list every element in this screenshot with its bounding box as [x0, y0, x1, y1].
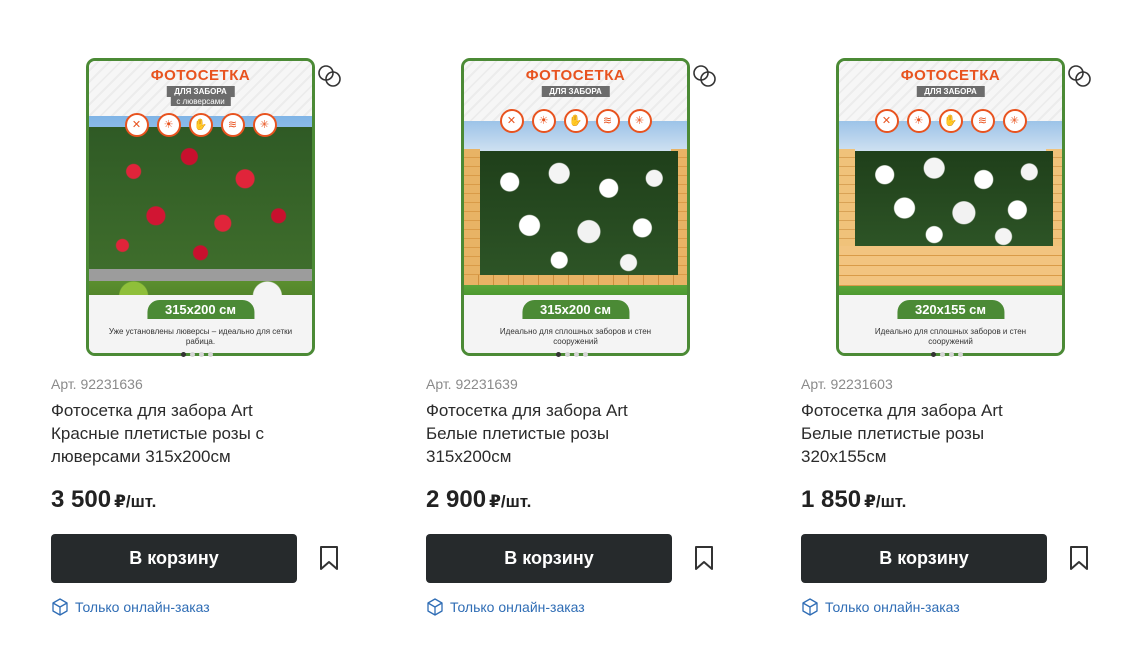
online-only-notice: Только онлайн-заказ: [801, 598, 960, 616]
price-value: 2 900: [426, 486, 487, 513]
carousel-dot[interactable]: [565, 352, 570, 357]
sun-icon: ☀: [531, 109, 556, 133]
wind-icon: ≋: [220, 113, 245, 137]
carousel-dot[interactable]: [958, 352, 963, 357]
bookmark-icon[interactable]: [692, 545, 716, 571]
image-headline: ФОТОСЕТКА: [525, 67, 626, 84]
product-title[interactable]: Фотосетка для забора Art Белые плетистые…: [426, 399, 676, 468]
bookmark-icon[interactable]: [317, 545, 341, 571]
product-price: 2 900 ₽/шт.: [426, 486, 531, 514]
no-dust-icon: ✳: [252, 113, 277, 137]
add-to-cart-button[interactable]: В корзину: [51, 534, 297, 583]
box-icon: [427, 598, 443, 616]
price-unit: ₽/шт.: [489, 492, 532, 511]
bookmark-icon[interactable]: [1067, 545, 1091, 571]
product-sku: Арт. 92231639: [426, 376, 518, 392]
availability-text: Только онлайн-заказ: [450, 599, 585, 615]
wind-icon: ≋: [970, 109, 995, 133]
product-image[interactable]: ФОТОСЕТКА ДЛЯ ЗАБОРА с люверсами ✕ ☀ ✋ ≋…: [86, 58, 315, 356]
carousel-dot[interactable]: [181, 352, 186, 357]
image-subline: ДЛЯ ЗАБОРА: [916, 86, 985, 97]
photo-white-roses: [855, 151, 1053, 246]
product-image[interactable]: ФОТОСЕТКА ДЛЯ ЗАБОРА ✕ ☀ ✋ ≋ ✳ 315х200 с…: [461, 58, 690, 356]
carousel-dot[interactable]: [190, 352, 195, 357]
image-note: Идеально для сплошных заборов и стен соо…: [499, 327, 652, 346]
price-unit: ₽/шт.: [864, 492, 907, 511]
add-to-cart-button[interactable]: В корзину: [426, 534, 672, 583]
size-badge: 315х200 см: [146, 300, 255, 319]
hand-icon: ✋: [188, 113, 213, 137]
product-price: 1 850 ₽/шт.: [801, 486, 906, 514]
availability-text: Только онлайн-заказ: [75, 599, 210, 615]
wind-icon: ≋: [595, 109, 620, 133]
image-note: Идеально для сплошных заборов и стен соо…: [874, 327, 1027, 346]
carousel-dot[interactable]: [949, 352, 954, 357]
image-subline2: с люверсами: [170, 97, 231, 106]
feature-icons: ✕ ☀ ✋ ≋ ✳: [839, 109, 1062, 133]
product-title[interactable]: Фотосетка для забора Art Красные плетист…: [51, 399, 301, 468]
image-note: Уже установлены люверсы – идеально для с…: [108, 327, 293, 346]
price-value: 3 500: [51, 486, 112, 513]
feature-icons: ✕ ☀ ✋ ≋ ✳: [464, 109, 687, 133]
no-insects-icon: ✕: [499, 109, 524, 133]
photo-red-roses: [89, 127, 312, 275]
carousel-dot[interactable]: [208, 352, 213, 357]
box-icon: [802, 598, 818, 616]
availability-text: Только онлайн-заказ: [825, 599, 960, 615]
price-value: 1 850: [801, 486, 862, 513]
image-subline: ДЛЯ ЗАБОРА: [166, 86, 235, 97]
sun-icon: ☀: [156, 113, 181, 137]
no-dust-icon: ✳: [627, 109, 652, 133]
no-insects-icon: ✕: [874, 109, 899, 133]
carousel-dot[interactable]: [199, 352, 204, 357]
photo-white-roses: [480, 151, 678, 275]
carousel-dot[interactable]: [556, 352, 561, 357]
product-sku: Арт. 92231603: [801, 376, 893, 392]
carousel-dots[interactable]: [931, 352, 963, 357]
product-price: 3 500 ₽/шт.: [51, 486, 156, 514]
compare-icon[interactable]: [692, 64, 718, 88]
hand-icon: ✋: [938, 109, 963, 133]
product-title[interactable]: Фотосетка для забора Art Белые плетистые…: [801, 399, 1051, 468]
carousel-dot[interactable]: [574, 352, 579, 357]
image-subline: ДЛЯ ЗАБОРА: [541, 86, 610, 97]
no-insects-icon: ✕: [124, 113, 149, 137]
image-headline: ФОТОСЕТКА: [150, 67, 251, 84]
carousel-dot[interactable]: [940, 352, 945, 357]
compare-icon[interactable]: [317, 64, 343, 88]
price-unit: ₽/шт.: [114, 492, 157, 511]
carousel-dots[interactable]: [181, 352, 213, 357]
image-headline: ФОТОСЕТКА: [900, 67, 1001, 84]
online-only-notice: Только онлайн-заказ: [51, 598, 210, 616]
carousel-dots[interactable]: [556, 352, 588, 357]
hand-icon: ✋: [563, 109, 588, 133]
size-badge: 320х155 см: [896, 300, 1005, 319]
product-image[interactable]: ФОТОСЕТКА ДЛЯ ЗАБОРА ✕ ☀ ✋ ≋ ✳ 320х155 с…: [836, 58, 1065, 356]
product-sku: Арт. 92231636: [51, 376, 143, 392]
feature-icons: ✕ ☀ ✋ ≋ ✳: [89, 113, 312, 137]
online-only-notice: Только онлайн-заказ: [426, 598, 585, 616]
size-badge: 315х200 см: [521, 300, 630, 319]
no-dust-icon: ✳: [1002, 109, 1027, 133]
sun-icon: ☀: [906, 109, 931, 133]
product-grid: ФОТОСЕТКА ДЛЯ ЗАБОРА с люверсами ✕ ☀ ✋ ≋…: [0, 0, 1122, 665]
product-card: ФОТОСЕТКА ДЛЯ ЗАБОРА с люверсами ✕ ☀ ✋ ≋…: [51, 0, 381, 665]
box-icon: [52, 598, 68, 616]
add-to-cart-button[interactable]: В корзину: [801, 534, 1047, 583]
carousel-dot[interactable]: [583, 352, 588, 357]
compare-icon[interactable]: [1067, 64, 1093, 88]
carousel-dot[interactable]: [931, 352, 936, 357]
product-card: ФОТОСЕТКА ДЛЯ ЗАБОРА ✕ ☀ ✋ ≋ ✳ 320х155 с…: [801, 0, 1122, 665]
product-card: ФОТОСЕТКА ДЛЯ ЗАБОРА ✕ ☀ ✋ ≋ ✳ 315х200 с…: [426, 0, 756, 665]
